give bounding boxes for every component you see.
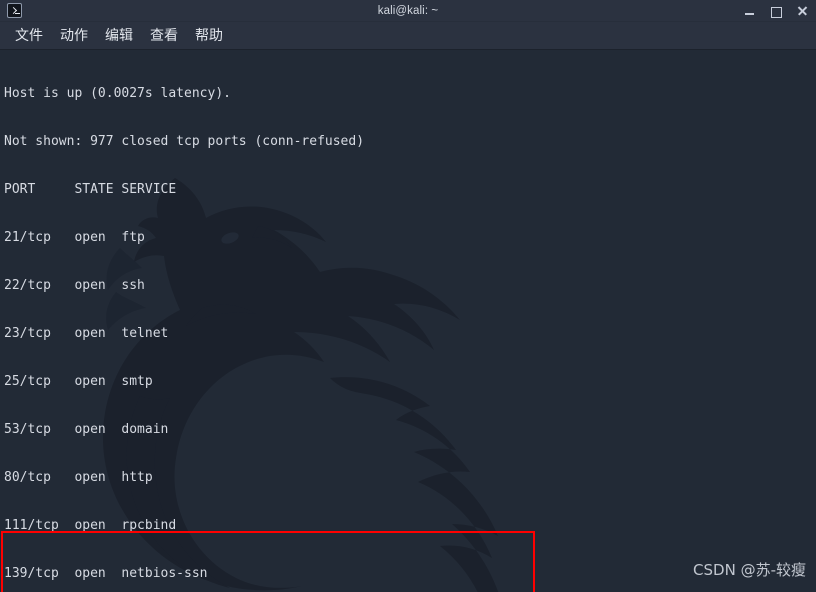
console-line: 23/tcp open telnet xyxy=(4,326,169,341)
terminal-window: kali@kali: ~ 文件 动作 编辑 查看 帮助 Host is up (… xyxy=(0,0,816,592)
menu-item-file[interactable]: 文件 xyxy=(8,27,50,45)
terminal-icon xyxy=(7,3,22,18)
console-line: 25/tcp open smtp xyxy=(4,374,153,389)
window-controls xyxy=(744,4,816,18)
console-line: 21/tcp open ftp xyxy=(4,230,145,245)
console-line: Not shown: 977 closed tcp ports (conn-re… xyxy=(4,134,365,149)
menu-item-help[interactable]: 帮助 xyxy=(188,27,230,45)
console-line: Host is up (0.0027s latency). xyxy=(4,86,231,101)
console-line: 111/tcp open rpcbind xyxy=(4,518,177,533)
window-titlebar[interactable]: kali@kali: ~ xyxy=(0,0,816,22)
console-line: 80/tcp open http xyxy=(4,470,153,485)
menu-item-edit[interactable]: 编辑 xyxy=(98,27,140,45)
terminal-output-area[interactable]: Host is up (0.0027s latency). Not shown:… xyxy=(0,50,816,592)
menu-item-view[interactable]: 查看 xyxy=(143,27,185,45)
minimize-icon[interactable] xyxy=(744,4,756,18)
csdn-watermark: CSDN @苏-较瘦 xyxy=(693,561,806,579)
menu-item-actions[interactable]: 动作 xyxy=(53,27,95,45)
console-line: 53/tcp open domain xyxy=(4,422,169,437)
console-text: Host is up (0.0027s latency). Not shown:… xyxy=(0,50,513,592)
close-icon[interactable] xyxy=(796,4,808,18)
menu-bar: 文件 动作 编辑 查看 帮助 xyxy=(0,22,816,50)
maximize-icon[interactable] xyxy=(770,4,782,18)
window-title: kali@kali: ~ xyxy=(377,4,439,17)
console-line: 139/tcp open netbios-ssn xyxy=(4,566,208,581)
console-line: PORT STATE SERVICE xyxy=(4,182,177,197)
console-line: 22/tcp open ssh xyxy=(4,278,145,293)
